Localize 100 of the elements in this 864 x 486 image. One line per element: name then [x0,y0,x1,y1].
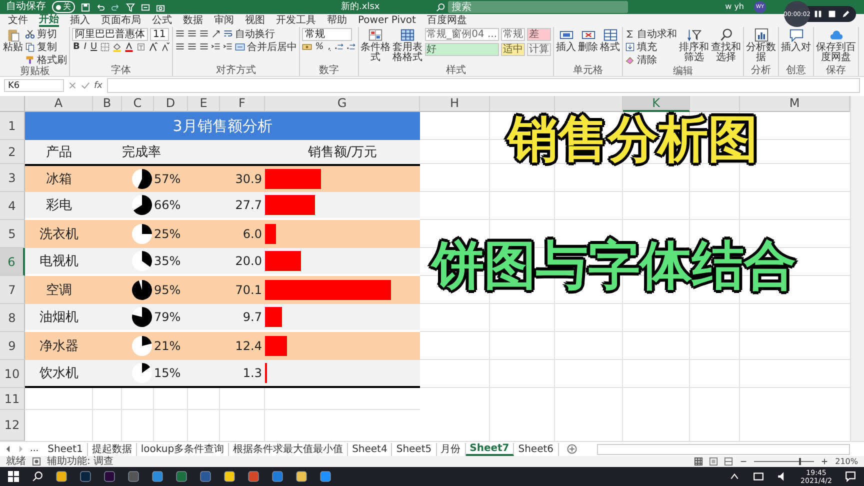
column-header[interactable]: C [122,96,154,112]
stop-icon[interactable] [828,10,836,18]
ribbon-tab[interactable]: 视图 [245,14,265,27]
format-button[interactable]: 格式 [600,28,620,53]
camera-icon[interactable] [156,2,165,12]
app-icon[interactable] [296,471,307,482]
font-shrink-icon[interactable] [160,42,170,52]
row-header[interactable]: 8 [0,304,25,332]
align-icon[interactable] [187,29,198,39]
delete-button[interactable]: 删除 [578,28,598,53]
cell-style[interactable]: 常规 [501,28,526,41]
paste-button[interactable]: 粘贴 [3,28,23,53]
vertical-scrollbar[interactable] [850,96,864,441]
row-header[interactable]: 11 [0,388,25,410]
column-header[interactable]: F [220,96,265,112]
pause-icon[interactable] [814,10,822,18]
format-button[interactable]: U [90,42,98,52]
wrap-button[interactable]: 自动换行 [223,28,276,40]
monitor-icon[interactable] [752,471,764,482]
save-icon[interactable] [81,2,90,12]
text-angle-icon[interactable] [211,29,222,39]
cond-button[interactable]: 条件格式 [360,28,391,63]
ribbon-tab[interactable]: 文件 [8,14,28,27]
format-button[interactable]: , [326,42,332,52]
undo-icon[interactable] [96,2,105,12]
ribbon-tab[interactable]: Power Pivot [358,14,416,27]
comment-button[interactable]: 插入对 [781,28,812,53]
ribbon-tab[interactable]: 百度网盘 [426,14,467,27]
sheet-tab[interactable]: Sheet7 [466,442,514,456]
search-icon[interactable] [32,471,43,482]
cell-style[interactable]: 差 [527,28,552,41]
clear-button[interactable]: 清除 [625,54,658,66]
macro-record-icon[interactable] [32,457,41,466]
ribbon-tab[interactable]: 页面布局 [101,14,141,27]
cancel-icon[interactable] [68,81,77,90]
app-icon[interactable] [56,471,67,482]
cell-style[interactable]: 常规_窗例04 ... [424,28,500,41]
column-header[interactable]: B [93,96,122,112]
notification-icon[interactable] [845,471,856,482]
analyze-button[interactable]: 分析数据 [746,28,776,63]
insert-function-button[interactable]: fx [94,80,102,90]
app-icon[interactable] [176,471,187,482]
row-header[interactable]: 3 [0,164,25,192]
normal-view-icon[interactable] [694,457,704,466]
column-header[interactable]: D [154,96,188,112]
sort-button[interactable]: 排序和筛选 [679,28,710,63]
row-header[interactable]: 9 [0,332,25,360]
column-header[interactable]: E [188,96,220,112]
row-header[interactable]: 2 [0,140,25,164]
ribbon-tab[interactable]: 插入 [70,14,90,27]
border-icon[interactable] [100,42,110,52]
sum-button[interactable]: 自动求和 [625,28,678,40]
number-format-field[interactable]: 常规 [302,28,352,40]
paint-bucket-icon[interactable] [112,42,122,52]
zoom-in-icon[interactable] [820,457,830,466]
add-sheet-icon[interactable] [566,444,577,454]
brush-button[interactable]: 格式刷 [25,54,67,66]
align-icon[interactable] [199,29,210,39]
cell-style[interactable]: 计算 [527,43,552,56]
cell-style[interactable]: 适中 [501,43,526,56]
align-icon[interactable] [175,29,186,39]
filter-icon[interactable] [126,2,135,12]
column-header[interactable]: H [420,96,490,112]
pen-icon[interactable] [842,10,850,18]
check-icon[interactable] [81,81,90,90]
indent-icon[interactable] [223,42,234,52]
column-header[interactable]: A [25,96,93,112]
row-header[interactable]: 4 [0,192,25,220]
row-header[interactable]: 12 [0,410,25,441]
app-icon[interactable] [224,471,235,482]
previous-sheet-icon[interactable] [4,445,12,453]
row-header[interactable]: 5 [0,220,25,248]
redo-icon[interactable] [111,2,120,12]
font-size-field[interactable]: 11 [150,28,169,40]
decimal-icon[interactable] [334,42,344,52]
cut-button[interactable]: 剪切 [25,28,57,40]
search-field[interactable]: 搜索 [448,1,628,13]
align-icon[interactable] [199,42,210,52]
chevron-up-icon[interactable] [728,471,740,482]
horizontal-scrollbar[interactable] [596,444,850,454]
format-button[interactable]: B [72,42,81,52]
row-header[interactable]: 1 [0,112,25,140]
insert-button[interactable]: 插入 [556,28,576,53]
align-icon[interactable] [187,42,198,52]
align-icon[interactable] [175,42,186,52]
banknote-icon[interactable] [302,42,312,52]
form-icon[interactable] [141,2,150,12]
format-button[interactable]: % [314,42,325,52]
name-box[interactable]: K6 [4,79,64,92]
ribbon-tab[interactable]: 审阅 [214,14,234,27]
format-button[interactable]: I [82,42,88,52]
app-icon[interactable] [320,471,331,482]
ribbon-tab[interactable]: 公式 [152,14,172,27]
cell-style[interactable]: 好 [424,43,500,56]
indent-icon[interactable] [211,42,222,52]
app-icon[interactable] [272,471,283,482]
windows-start-icon[interactable] [8,471,19,482]
cloud-button[interactable]: 保存到百度网盘 [816,28,856,63]
row-header[interactable]: 6 [0,248,25,276]
column-header[interactable]: M [740,96,850,112]
